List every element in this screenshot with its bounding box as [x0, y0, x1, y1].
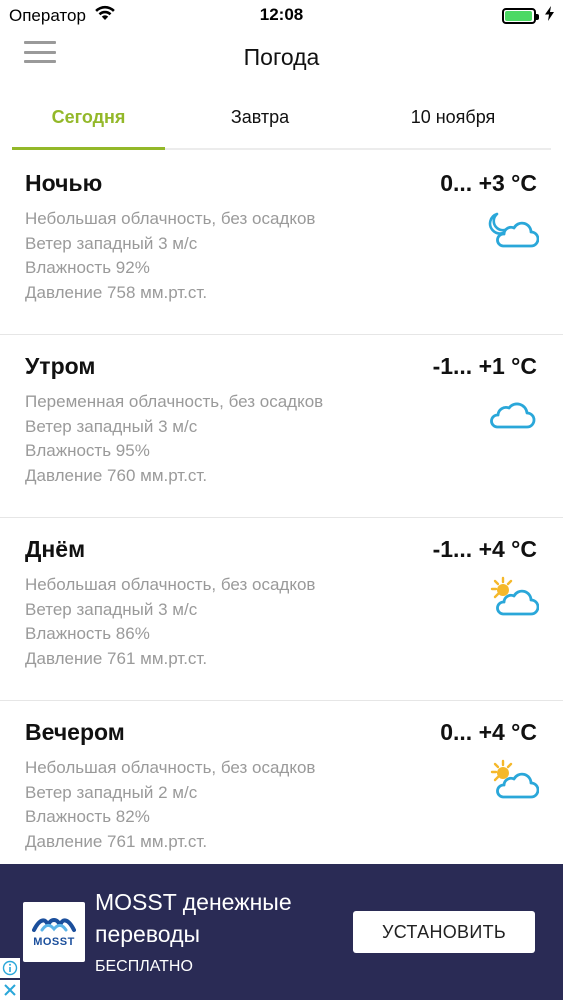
- humidity-text: Влажность 82%: [25, 807, 150, 826]
- weather-screen: Оператор 12:08 Погода Сегодня Завтра 10 …: [0, 0, 563, 1000]
- period-temperature: 0... +4 °C: [440, 719, 537, 745]
- ad-subtitle: БЕСПЛАТНО: [95, 958, 193, 975]
- period-details: Небольшая облачность, без осадков Ветер …: [25, 756, 538, 854]
- period-temperature: -1... +1 °C: [432, 353, 537, 379]
- moon-cloud-icon: [487, 210, 540, 252]
- condition-text: Небольшая облачность, без осадков: [25, 575, 316, 594]
- pressure-text: Давление 761 мм.рт.ст.: [25, 648, 208, 668]
- page-title: Погода: [243, 44, 320, 70]
- period-evening[interactable]: Вечером 0... +4 °C Небольшая облачность,…: [0, 701, 563, 884]
- status-time: 12:08: [259, 5, 304, 24]
- wind-text: Ветер западный 2 м/с: [25, 782, 198, 802]
- pressure-text: Давление 760 мм.рт.ст.: [25, 465, 208, 485]
- period-details: Переменная облачность, без осадков Ветер…: [25, 390, 538, 488]
- ad-title[interactable]: MOSST денежные переводы: [95, 886, 345, 950]
- period-night[interactable]: Ночью 0... +3 °C Небольшая облачность, б…: [0, 152, 563, 335]
- pressure-text: Давление 761 мм.рт.ст.: [25, 831, 208, 851]
- ad-logo-text: MOSST: [33, 936, 75, 948]
- day-tabs: Сегодня Завтра 10 ноября: [12, 90, 551, 150]
- install-button[interactable]: УСТАНОВИТЬ: [353, 911, 535, 953]
- forecast-list: Ночью 0... +3 °C Небольшая облачность, б…: [0, 152, 563, 884]
- period-details: Небольшая облачность, без осадков Ветер …: [25, 207, 538, 305]
- condition-text: Переменная облачность, без осадков: [25, 392, 324, 411]
- wind-text: Ветер западный 3 м/с: [25, 233, 198, 253]
- battery-fill: [505, 11, 532, 21]
- ad-banner[interactable]: MOSST MOSST денежные переводы БЕСПЛАТНО …: [0, 864, 563, 1000]
- ad-info-icon[interactable]: [0, 958, 20, 978]
- period-day[interactable]: Днём -1... +4 °C Небольшая облачность, б…: [0, 518, 563, 701]
- tab-november-10[interactable]: 10 ноября: [355, 90, 551, 148]
- humidity-text: Влажность 95%: [25, 441, 150, 460]
- sun-cloud-icon: [487, 759, 540, 801]
- status-bar: Оператор 12:08: [0, 0, 563, 30]
- ad-app-logo[interactable]: MOSST: [23, 902, 85, 962]
- period-morning[interactable]: Утром -1... +1 °C Переменная облачность,…: [0, 335, 563, 518]
- humidity-text: Влажность 92%: [25, 258, 150, 277]
- period-details: Небольшая облачность, без осадков Ветер …: [25, 573, 538, 671]
- pressure-text: Давление 758 мм.рт.ст.: [25, 282, 208, 302]
- cloud-icon: [487, 393, 539, 435]
- condition-text: Небольшая облачность, без осадков: [25, 209, 316, 228]
- header: Погода: [0, 30, 563, 88]
- wind-text: Ветер западный 3 м/с: [25, 416, 198, 436]
- sun-cloud-icon: [487, 576, 540, 618]
- tab-tomorrow[interactable]: Завтра: [165, 90, 355, 148]
- wind-text: Ветер западный 3 м/с: [25, 599, 198, 619]
- ad-close-icon[interactable]: [0, 980, 20, 1000]
- status-right: [502, 6, 554, 26]
- period-temperature: -1... +4 °C: [432, 536, 537, 562]
- humidity-text: Влажность 86%: [25, 624, 150, 643]
- period-temperature: 0... +3 °C: [440, 170, 537, 196]
- mosst-logo-icon: [32, 918, 76, 932]
- charging-bolt-icon: [545, 6, 554, 26]
- condition-text: Небольшая облачность, без осадков: [25, 758, 316, 777]
- battery-icon: [502, 8, 539, 24]
- tab-today[interactable]: Сегодня: [12, 90, 165, 150]
